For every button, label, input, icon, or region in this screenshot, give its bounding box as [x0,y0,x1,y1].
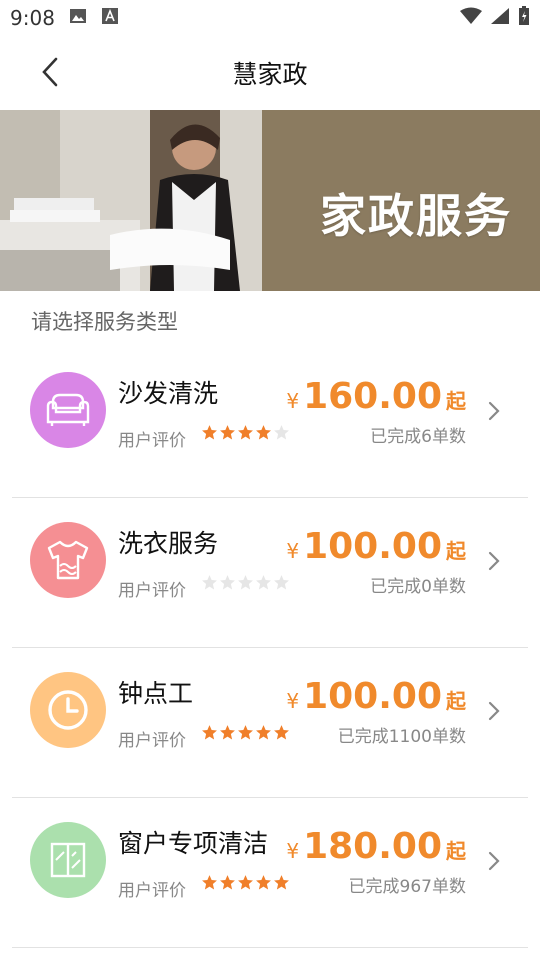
star-icon [238,875,253,890]
rating-label: 用户评价 [118,581,186,601]
section-title: 请选择服务类型 [31,310,178,334]
divider [12,947,528,948]
font-icon [101,6,119,30]
completed-count: 已完成0单数 [370,577,466,597]
star-icon [238,425,253,440]
banner-text: 家政服务 [320,189,512,243]
star-icon [256,875,271,890]
sofa-icon [30,372,106,448]
clothes-icon [30,522,106,598]
page-title: 慧家政 [232,60,308,89]
star-icon [274,725,289,740]
signal-icon [490,6,510,30]
star-icon [274,575,289,590]
price-value: 100.00 [303,676,442,717]
price-value: 160.00 [303,376,442,417]
currency-symbol: ¥ [286,539,300,563]
service-price: ¥160.00 起 [286,376,466,417]
service-item[interactable]: 钟点工用户评价 ¥100.00 起已完成1100单数 [0,648,540,798]
service-name: 沙发清洗 [118,379,219,408]
clock-icon [30,672,106,748]
status-time: 9:08 [10,6,55,30]
chevron-right-icon [488,701,500,721]
service-item[interactable]: 窗户专项清洁用户评价 ¥180.00 起已完成967单数 [0,798,540,948]
completed-count: 已完成1100单数 [337,727,466,747]
chevron-right-icon [488,551,500,571]
window-icon [30,822,106,898]
price-suffix: 起 [446,389,466,413]
service-list: 沙发清洗 用户评价 ¥160.00 起已完成6单数 洗衣服务 用户评价 ¥100.00 起已完… [0,348,540,948]
back-button[interactable] [32,54,68,90]
wifi-icon [460,6,482,30]
service-price: ¥100.00 起 [286,676,466,717]
price-suffix: 起 [446,689,466,713]
rating-stars [201,574,290,591]
star-icon [220,725,235,740]
service-item[interactable]: 沙发清洗用户评价 ¥160.00 起已完成6单数 [0,348,540,498]
completed-count: 已完成967单数 [348,877,466,897]
star-icon [274,425,289,440]
chevron-left-icon [42,57,58,87]
completed-count: 已完成6单数 [370,427,466,447]
service-name: 窗户专项清洁 [118,829,269,858]
star-icon [202,575,217,590]
star-icon [256,725,271,740]
currency-symbol: ¥ [286,689,300,713]
star-icon [220,575,235,590]
banner-image: 家政服务 [0,110,540,291]
image-icon [69,6,87,30]
star-icon [238,575,253,590]
price-value: 100.00 [303,526,442,567]
price-suffix: 起 [446,839,466,863]
star-icon [202,875,217,890]
status-bar: 9:08 [0,0,540,36]
rating-label: 用户评价 [118,881,186,901]
rating-stars [201,724,290,741]
currency-symbol: ¥ [286,839,300,863]
currency-symbol: ¥ [286,389,300,413]
price-value: 180.00 [303,826,442,867]
service-item[interactable]: 洗衣服务用户评价 ¥100.00 起已完成0单数 [0,498,540,648]
star-icon [220,425,235,440]
service-price: ¥100.00 起 [286,526,466,567]
star-icon [256,425,271,440]
rating-stars [201,874,290,891]
star-icon [202,725,217,740]
rating-stars [201,424,290,441]
service-price: ¥180.00 起 [286,826,466,867]
service-name: 洗衣服务 [118,529,219,558]
chevron-right-icon [488,851,500,871]
app-header: 慧家政 [0,36,540,110]
star-icon [238,725,253,740]
service-name: 钟点工 [118,679,194,708]
battery-icon [518,5,530,31]
price-suffix: 起 [446,539,466,563]
rating-label: 用户评价 [118,431,186,451]
star-icon [256,575,271,590]
star-icon [220,875,235,890]
star-icon [202,425,217,440]
rating-label: 用户评价 [118,731,186,751]
chevron-right-icon [488,401,500,421]
star-icon [274,875,289,890]
